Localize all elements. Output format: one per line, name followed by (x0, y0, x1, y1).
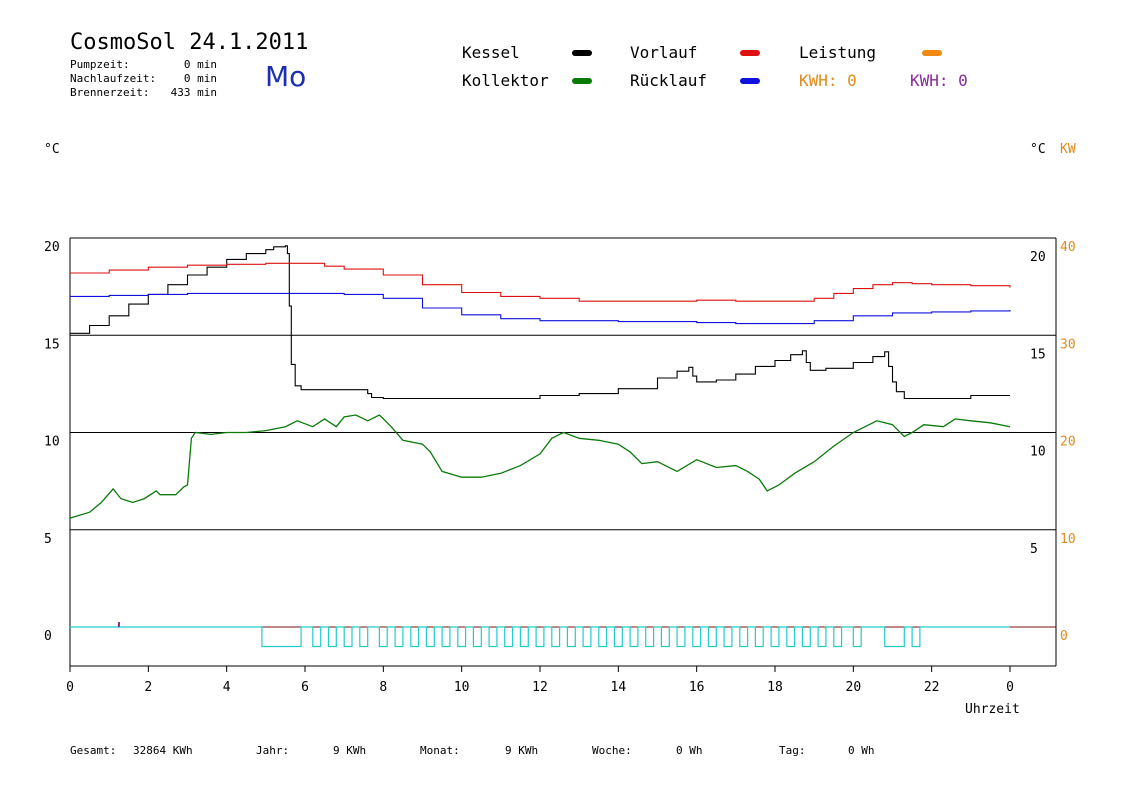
y-right-tick-label-5: 5 (1030, 542, 1038, 557)
x-axis-label: Uhrzeit (965, 702, 1020, 717)
x-tick-label-7: 14 (611, 680, 627, 695)
temperature-chart: 0 2 4 6 8 10 12 14 16 18 20 22 0 0 5 10 15 20 5 10 15 20 0 10 20… (44, 237, 1076, 695)
y-right-tick-label-10: 10 (1030, 445, 1046, 460)
x-tick-label-6: 12 (532, 680, 548, 695)
series-kollektor-line (69, 414, 1011, 519)
y-kw-tick-label-0: 0 (1060, 629, 1068, 644)
y-tick-label-10: 10 (44, 435, 60, 450)
footer-woche-label: Woche: (592, 744, 632, 757)
footer-gesamt-label: Gesamt: (70, 744, 117, 757)
y-kw-tick-label-30: 30 (1060, 337, 1076, 352)
series-pump-line (70, 626, 1010, 648)
footer-tag-value: 0 Wh (848, 744, 875, 757)
footer-monat-label: Monat: (420, 744, 460, 757)
x-tick-label-10: 20 (846, 680, 862, 695)
y-right-tick-label-20: 20 (1030, 250, 1046, 265)
x-tick-label-3: 6 (301, 680, 309, 695)
x-tick-label-2: 4 (223, 680, 231, 695)
x-tick-label-0: 0 (66, 680, 74, 695)
y-tick-label-0: 0 (44, 629, 52, 644)
footer-jahr-value: 9 KWh (333, 744, 367, 757)
x-tick-label-5: 10 (454, 680, 470, 695)
footer-monat-value: 9 KWh (505, 744, 539, 757)
series-vorlauf-line (70, 262, 1011, 302)
y-right-tick-label-15: 15 (1030, 347, 1046, 362)
footer-woche-value: 0 Wh (676, 744, 703, 757)
y-kw-tick-label-20: 20 (1060, 435, 1076, 450)
y-tick-label-5: 5 (44, 532, 52, 547)
footer-jahr-label: Jahr: (256, 744, 290, 757)
footer-tag-label: Tag: (779, 744, 806, 757)
x-tick-label-1: 2 (144, 680, 152, 695)
y-kw-tick-label-40: 40 (1060, 240, 1076, 255)
y-tick-label-20: 20 (44, 240, 60, 255)
series-kessel-line (70, 245, 1010, 400)
x-tick-label-4: 8 (379, 680, 387, 695)
x-tick-label-11: 22 (924, 680, 940, 695)
footer-gesamt-value: 32864 KWh (133, 744, 193, 757)
y-kw-tick-label-10: 10 (1060, 532, 1076, 547)
x-tick-label-8: 16 (689, 680, 705, 695)
y-tick-label-15: 15 (44, 337, 60, 352)
x-tick-label-9: 18 (767, 680, 783, 695)
x-tick-label-12: 0 (1006, 680, 1014, 695)
